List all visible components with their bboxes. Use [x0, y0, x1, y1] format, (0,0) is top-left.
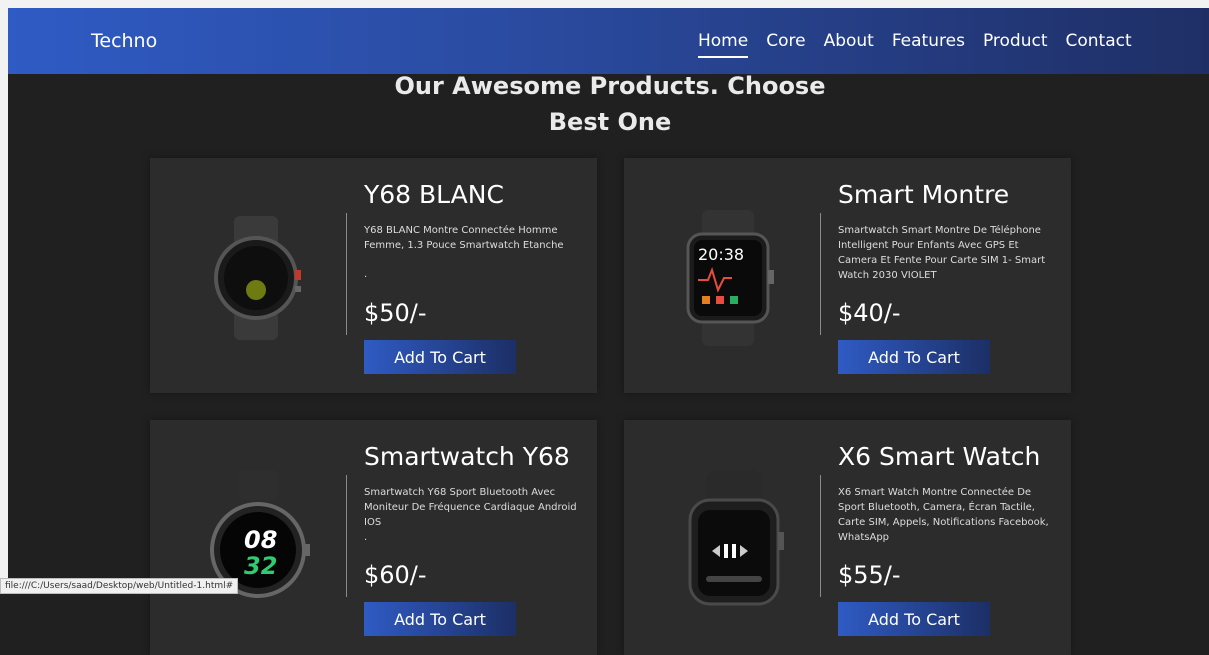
product-description: Smartwatch Smart Montre De Téléphone Int… [838, 225, 1046, 281]
product-title: Smartwatch Y68 [364, 442, 570, 471]
product-title: Y68 BLANC [364, 180, 504, 209]
nav-link-contact[interactable]: Contact [1065, 31, 1131, 58]
navbar: Techno Home Core About Features Product … [8, 8, 1209, 74]
product-price: $55/- [838, 561, 901, 589]
window-top-strip [0, 0, 1209, 8]
add-to-cart-button[interactable]: Add To Cart [364, 340, 516, 374]
card-divider [820, 213, 821, 335]
product-price: $40/- [838, 299, 901, 327]
window-left-strip [0, 8, 8, 592]
watch-hour: 08 [244, 526, 277, 554]
product-description: Smartwatch Y68 Sport Bluetooth Avec Moni… [364, 485, 580, 545]
product-description-text: Y68 BLANC Montre Connectée Homme Femme, … [364, 225, 564, 251]
nav-link-features[interactable]: Features [892, 31, 965, 58]
watch-minute: 32 [244, 552, 277, 580]
brand-logo[interactable]: Techno [91, 30, 157, 52]
product-title: Smart Montre [838, 180, 1010, 209]
product-price: $60/- [364, 561, 427, 589]
card-divider [346, 213, 347, 335]
section-heading-line1: Our Awesome Products. Choose [394, 72, 826, 100]
nav-menu: Home Core About Features Product Contact [698, 31, 1132, 58]
nav-link-product[interactable]: Product [983, 31, 1048, 58]
product-description-extra: . [364, 269, 368, 280]
nav-link-about[interactable]: About [824, 31, 874, 58]
watch-time: 20:38 [698, 245, 744, 264]
product-price: $50/- [364, 299, 427, 327]
product-title: X6 Smart Watch [838, 442, 1041, 471]
product-card-y68-blanc: Y68 BLANC Y68 BLANC Montre Connectée Hom… [150, 158, 597, 393]
product-description-extra: . [364, 532, 368, 543]
card-divider [820, 475, 821, 597]
square-smartwatch-icon: 20:38 [686, 210, 774, 346]
sport-watch-icon [214, 216, 301, 340]
product-description: X6 Smart Watch Montre Connectée De Sport… [838, 487, 1049, 543]
product-card-x6-smart-watch: X6 Smart Watch X6 Smart Watch Montre Con… [624, 420, 1071, 655]
add-to-cart-button[interactable]: Add To Cart [838, 340, 990, 374]
add-to-cart-button[interactable]: Add To Cart [364, 602, 516, 636]
product-description: Y68 BLANC Montre Connectée Homme Femme, … [364, 223, 580, 282]
add-to-cart-button[interactable]: Add To Cart [838, 602, 990, 636]
section-heading: Our Awesome Products. Choose Best One [380, 68, 840, 140]
product-card-smartwatch-y68: 08 32 Smartwatch Y68 Smartwatch Y68 Spor… [150, 420, 597, 655]
product-description-text: Smartwatch Y68 Sport Bluetooth Avec Moni… [364, 487, 577, 528]
nav-link-home[interactable]: Home [698, 31, 749, 58]
nav-link-core[interactable]: Core [766, 31, 805, 58]
apple-style-watch-icon [688, 470, 784, 606]
product-card-smart-montre: 20:38 Smart Montre Smartwatch Smart Mont… [624, 158, 1071, 393]
section-heading-line2: Best One [548, 108, 672, 136]
card-divider [346, 475, 347, 597]
